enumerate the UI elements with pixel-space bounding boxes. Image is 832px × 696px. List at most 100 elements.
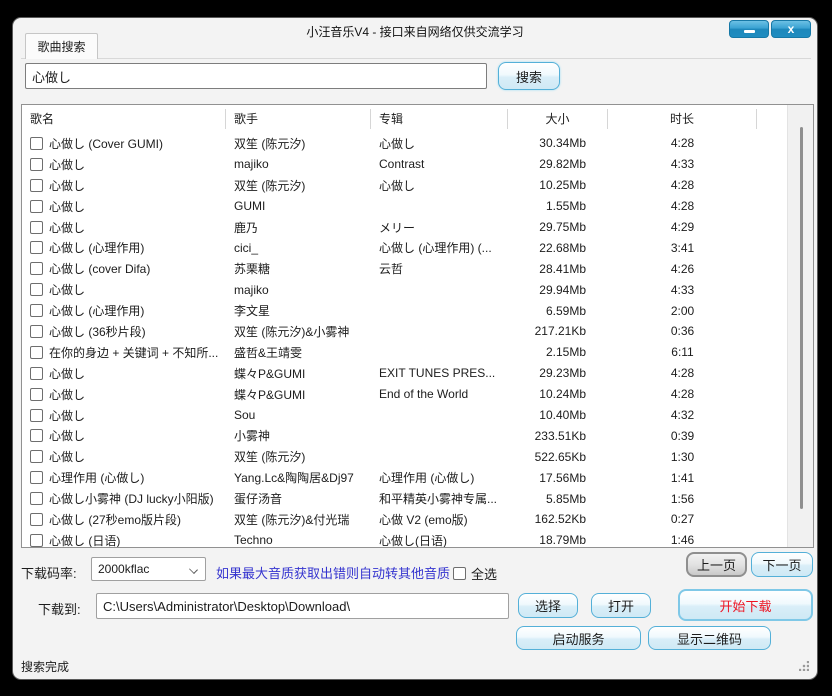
table-row[interactable]: 心做し (27秒emo版片段) 双笙 (陈元汐)&付光瑞 心做 V2 (emo版… bbox=[22, 509, 813, 530]
bitrate-label: 下载码率: bbox=[21, 563, 77, 582]
song-album: EXIT TUNES PRES... bbox=[371, 366, 508, 380]
song-artist: 双笙 (陈元汐)&小雾神 bbox=[226, 323, 371, 340]
row-checkbox[interactable] bbox=[30, 492, 43, 505]
row-checkbox[interactable] bbox=[30, 241, 43, 254]
search-button[interactable]: 搜索 bbox=[498, 62, 560, 90]
song-artist: 蛋仔汤音 bbox=[226, 490, 371, 507]
app-window: 小汪音乐V4 - 接口来自网络仅供交流学习 x 歌曲搜索 搜索 歌名 歌手 专辑… bbox=[12, 17, 818, 680]
table-row[interactable]: 心做し GUMI 1.55Mb 4:28 bbox=[22, 196, 813, 217]
song-duration: 0:39 bbox=[608, 429, 757, 443]
song-artist: cici_ bbox=[226, 241, 371, 255]
next-page-label: 下一页 bbox=[762, 555, 801, 574]
table-row[interactable]: 心做し 双笙 (陈元汐) 心做し 10.25Mb 4:28 bbox=[22, 175, 813, 196]
download-path-input[interactable] bbox=[96, 593, 509, 619]
row-checkbox[interactable] bbox=[30, 346, 43, 359]
table-row[interactable]: 心做し 小雾神 233.51Kb 0:39 bbox=[22, 425, 813, 446]
row-checkbox[interactable] bbox=[30, 388, 43, 401]
bitrate-select[interactable]: 2000kflac bbox=[91, 557, 206, 581]
tab-separator bbox=[21, 58, 811, 59]
row-checkbox[interactable] bbox=[30, 471, 43, 484]
song-duration: 0:36 bbox=[608, 324, 757, 338]
open-folder-button[interactable]: 打开 bbox=[591, 593, 651, 618]
row-checkbox[interactable] bbox=[30, 325, 43, 338]
table-row[interactable]: 心做し (日语) Techno 心做し(日语) 18.79Mb 1:46 bbox=[22, 530, 813, 548]
table-row[interactable]: 心做し (36秒片段) 双笙 (陈元汐)&小雾神 217.21Kb 0:36 bbox=[22, 321, 813, 342]
table-row[interactable]: 心做し 双笙 (陈元汐) 522.65Kb 1:30 bbox=[22, 446, 813, 467]
table-row[interactable]: 心做し majiko Contrast 29.82Mb 4:33 bbox=[22, 154, 813, 175]
table-row[interactable]: 心做し majiko 29.94Mb 4:33 bbox=[22, 279, 813, 300]
row-checkbox[interactable] bbox=[30, 283, 43, 296]
table-body: 心做し (Cover GUMI) 双笙 (陈元汐) 心做し 30.34Mb 4:… bbox=[22, 133, 813, 548]
vertical-scrollbar[interactable] bbox=[787, 105, 813, 547]
table-row[interactable]: 心做し Sou 10.40Mb 4:32 bbox=[22, 405, 813, 426]
song-duration: 2:00 bbox=[608, 304, 757, 318]
song-size: 28.41Mb bbox=[508, 262, 608, 276]
song-size: 29.82Mb bbox=[508, 157, 608, 171]
song-size: 162.52Kb bbox=[508, 512, 608, 526]
prev-page-button[interactable]: 上一页 bbox=[686, 552, 747, 577]
table-row[interactable]: 心做し 鹿乃 メリー 29.75Mb 4:29 bbox=[22, 217, 813, 238]
song-name: 心做し bbox=[49, 407, 85, 424]
next-page-button[interactable]: 下一页 bbox=[751, 552, 813, 577]
song-size: 18.79Mb bbox=[508, 533, 608, 547]
row-checkbox[interactable] bbox=[30, 450, 43, 463]
table-row[interactable]: 心做し (Cover GUMI) 双笙 (陈元汐) 心做し 30.34Mb 4:… bbox=[22, 133, 813, 154]
song-artist: 苏栗糖 bbox=[226, 260, 371, 277]
table-row[interactable]: 心做し (心理作用) 李文星 6.59Mb 2:00 bbox=[22, 300, 813, 321]
close-button[interactable]: x bbox=[771, 20, 811, 38]
table-row[interactable]: 心做し (cover Difa) 苏栗糖 云哲 28.41Mb 4:26 bbox=[22, 258, 813, 279]
minimize-button[interactable] bbox=[729, 20, 769, 38]
song-name: 心做し (27秒emo版片段) bbox=[49, 511, 181, 528]
column-header-duration[interactable]: 时长 bbox=[608, 109, 757, 129]
song-artist: 李文星 bbox=[226, 302, 371, 319]
prev-page-label: 上一页 bbox=[697, 555, 736, 574]
column-header-artist[interactable]: 歌手 bbox=[226, 109, 371, 129]
song-artist: Sou bbox=[226, 408, 371, 422]
table-row[interactable]: 心做し小雾神 (DJ lucky小阳版) 蛋仔汤音 和平精英小雾神专属... 5… bbox=[22, 488, 813, 509]
row-checkbox[interactable] bbox=[30, 221, 43, 234]
row-checkbox[interactable] bbox=[30, 200, 43, 213]
song-duration: 4:28 bbox=[608, 136, 757, 150]
table-row[interactable]: 心理作用 (心做し) Yang.Lc&陶陶居&Dj97 心理作用 (心做し) 1… bbox=[22, 467, 813, 488]
start-download-button[interactable]: 开始下载 bbox=[678, 589, 813, 621]
select-all-checkbox[interactable] bbox=[453, 567, 466, 580]
song-name: 心做し bbox=[49, 365, 85, 382]
scrollbar-thumb[interactable] bbox=[800, 127, 803, 509]
song-album: 心做し(日语) bbox=[371, 532, 508, 548]
song-duration: 4:33 bbox=[608, 157, 757, 171]
row-checkbox[interactable] bbox=[30, 367, 43, 380]
column-header-name[interactable]: 歌名 bbox=[22, 109, 226, 129]
tab-song-search[interactable]: 歌曲搜索 bbox=[25, 33, 98, 59]
row-checkbox[interactable] bbox=[30, 534, 43, 547]
search-input[interactable] bbox=[25, 63, 487, 89]
row-checkbox[interactable] bbox=[30, 262, 43, 275]
table-row[interactable]: 心做し (心理作用) cici_ 心做し (心理作用) (... 22.68Mb… bbox=[22, 237, 813, 258]
song-duration: 4:28 bbox=[608, 366, 757, 380]
start-service-button[interactable]: 启动服务 bbox=[516, 626, 641, 650]
choose-folder-button[interactable]: 选择 bbox=[518, 593, 578, 618]
song-artist: 双笙 (陈元汐)&付光瑞 bbox=[226, 511, 371, 528]
song-size: 30.34Mb bbox=[508, 136, 608, 150]
tab-label: 歌曲搜索 bbox=[37, 38, 85, 55]
row-checkbox[interactable] bbox=[30, 304, 43, 317]
row-checkbox[interactable] bbox=[30, 137, 43, 150]
row-checkbox[interactable] bbox=[30, 158, 43, 171]
resize-grip[interactable] bbox=[799, 661, 809, 671]
chevron-down-icon bbox=[189, 565, 198, 574]
row-checkbox[interactable] bbox=[30, 513, 43, 526]
start-download-label: 开始下载 bbox=[719, 596, 771, 615]
column-header-album[interactable]: 专辑 bbox=[371, 109, 508, 129]
row-checkbox[interactable] bbox=[30, 179, 43, 192]
table-row[interactable]: 心做し 蝶々P&GUMI EXIT TUNES PRES... 29.23Mb … bbox=[22, 363, 813, 384]
table-row[interactable]: 心做し 蝶々P&GUMI End of the World 10.24Mb 4:… bbox=[22, 384, 813, 405]
song-duration: 4:28 bbox=[608, 178, 757, 192]
results-table: 歌名 歌手 专辑 大小 时长 心做し (Cover GUMI) 双笙 (陈元汐)… bbox=[21, 104, 814, 548]
row-checkbox[interactable] bbox=[30, 429, 43, 442]
row-checkbox[interactable] bbox=[30, 409, 43, 422]
song-size: 10.25Mb bbox=[508, 178, 608, 192]
song-size: 2.15Mb bbox=[508, 345, 608, 359]
show-qrcode-button[interactable]: 显示二维码 bbox=[648, 626, 771, 650]
column-header-size[interactable]: 大小 bbox=[508, 109, 608, 129]
song-size: 5.85Mb bbox=[508, 492, 608, 506]
table-row[interactable]: 在你的身边 + 关键词 + 不知所... 盛哲&王靖雯 2.15Mb 6:11 bbox=[22, 342, 813, 363]
